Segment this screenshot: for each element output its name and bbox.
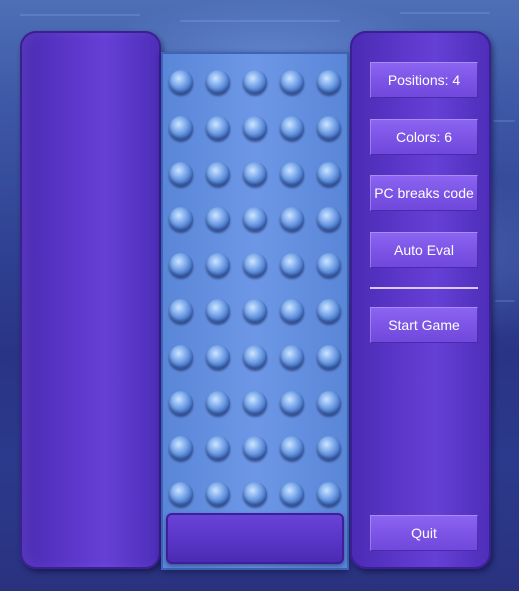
peg-hole[interactable] — [206, 116, 230, 140]
menu-divider — [370, 287, 478, 289]
peg-hole[interactable] — [206, 482, 230, 506]
peg-hole[interactable] — [280, 207, 304, 231]
peg-hole[interactable] — [317, 116, 341, 140]
peg-hole[interactable] — [243, 70, 267, 94]
mode-button[interactable]: PC breaks code — [370, 175, 478, 211]
peg-hole[interactable] — [317, 436, 341, 460]
peg-hole[interactable] — [169, 436, 193, 460]
peg-hole[interactable] — [169, 207, 193, 231]
peg-hole[interactable] — [280, 162, 304, 186]
water-streak — [493, 120, 515, 122]
positions-button[interactable]: Positions: 4 — [370, 62, 478, 98]
quit-button[interactable]: Quit — [370, 515, 478, 551]
peg-hole[interactable] — [317, 299, 341, 323]
peg-hole[interactable] — [169, 253, 193, 277]
peg-hole[interactable] — [169, 70, 193, 94]
peg-hole[interactable] — [317, 253, 341, 277]
peg-hole[interactable] — [243, 436, 267, 460]
peg-hole[interactable] — [280, 253, 304, 277]
colors-button[interactable]: Colors: 6 — [370, 119, 478, 155]
peg-hole[interactable] — [243, 116, 267, 140]
peg-hole[interactable] — [280, 436, 304, 460]
peg-hole[interactable] — [243, 391, 267, 415]
menu-panel — [350, 31, 491, 569]
water-streak — [400, 12, 490, 14]
peg-hole[interactable] — [169, 482, 193, 506]
code-tray — [166, 513, 344, 564]
water-streak — [180, 20, 340, 22]
peg-hole[interactable] — [206, 436, 230, 460]
game-board — [161, 52, 349, 570]
peg-hole[interactable] — [280, 482, 304, 506]
peg-hole[interactable] — [169, 345, 193, 369]
peg-hole[interactable] — [280, 299, 304, 323]
peg-hole[interactable] — [206, 345, 230, 369]
peg-hole[interactable] — [243, 482, 267, 506]
peg-hole[interactable] — [169, 391, 193, 415]
peg-hole[interactable] — [206, 391, 230, 415]
peg-hole[interactable] — [243, 207, 267, 231]
peg-hole[interactable] — [317, 482, 341, 506]
peg-hole[interactable] — [169, 116, 193, 140]
peg-hole[interactable] — [206, 299, 230, 323]
auto-eval-button[interactable]: Auto Eval — [370, 232, 478, 268]
peg-hole[interactable] — [280, 391, 304, 415]
water-streak — [495, 300, 515, 302]
peg-hole[interactable] — [317, 207, 341, 231]
peg-hole[interactable] — [169, 299, 193, 323]
peg-hole[interactable] — [317, 345, 341, 369]
peg-hole[interactable] — [317, 162, 341, 186]
peg-hole[interactable] — [169, 162, 193, 186]
start-game-button[interactable]: Start Game — [370, 307, 478, 343]
peg-hole[interactable] — [243, 299, 267, 323]
peg-hole[interactable] — [317, 70, 341, 94]
peg-hole[interactable] — [280, 70, 304, 94]
peg-hole[interactable] — [206, 207, 230, 231]
peg-hole[interactable] — [243, 345, 267, 369]
guess-history-panel — [20, 31, 161, 569]
peg-hole[interactable] — [206, 162, 230, 186]
peg-hole[interactable] — [206, 253, 230, 277]
peg-hole[interactable] — [206, 70, 230, 94]
peg-hole[interactable] — [243, 162, 267, 186]
peg-hole[interactable] — [243, 253, 267, 277]
water-streak — [20, 14, 140, 16]
peg-hole[interactable] — [317, 391, 341, 415]
peg-hole[interactable] — [280, 345, 304, 369]
peg-hole[interactable] — [280, 116, 304, 140]
